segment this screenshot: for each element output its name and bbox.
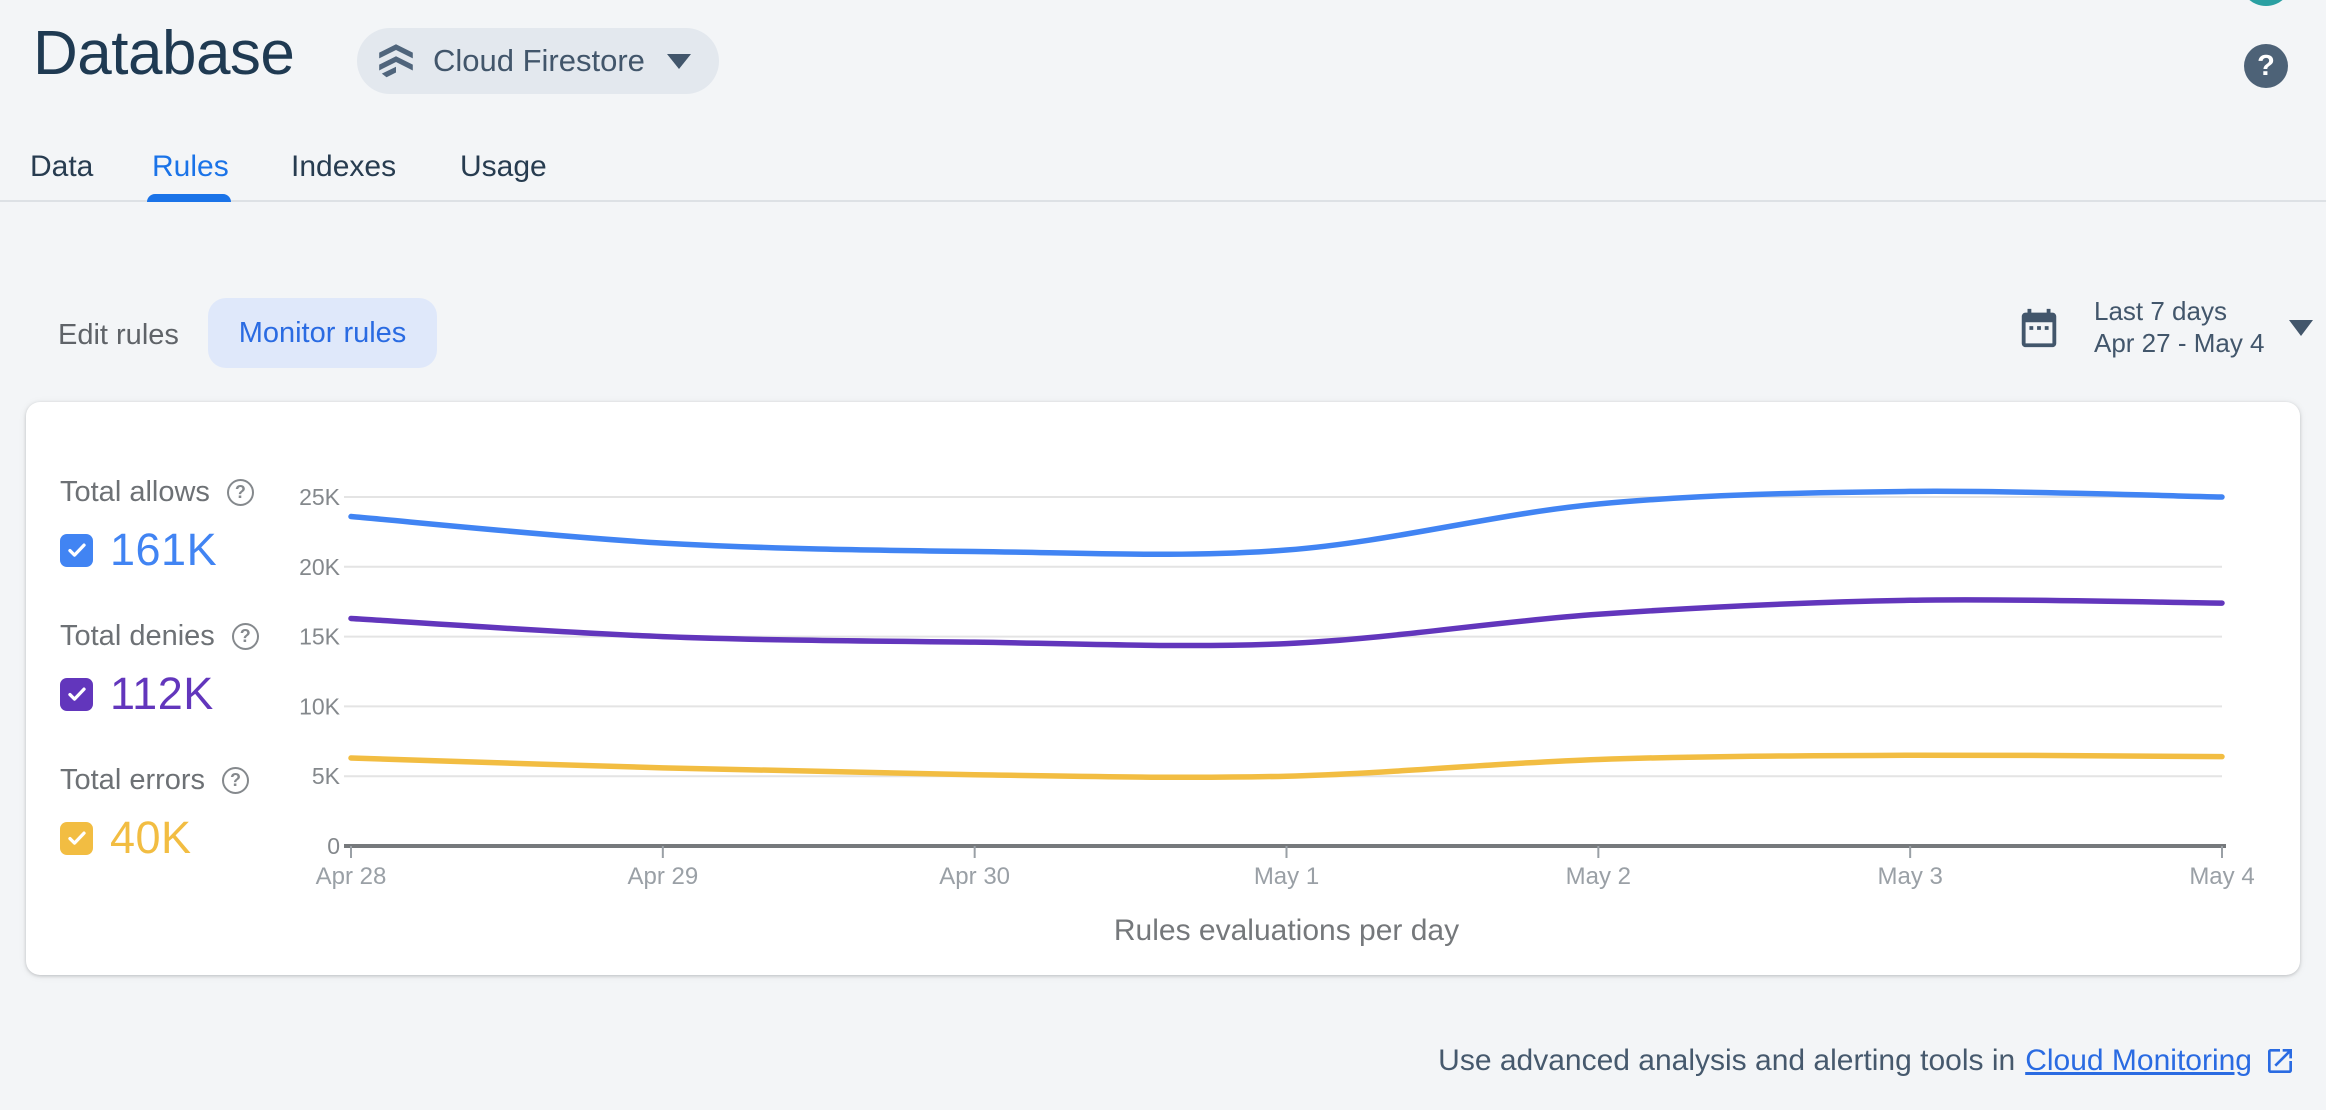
svg-text:May 2: May 2 <box>1566 863 1631 890</box>
svg-text:Apr 28: Apr 28 <box>316 863 387 890</box>
svg-text:15K: 15K <box>299 624 341 650</box>
page-title: Database <box>33 19 295 88</box>
svg-text:May 3: May 3 <box>1877 863 1942 890</box>
avatar[interactable] <box>2240 0 2292 6</box>
tab-rules[interactable]: Rules <box>152 150 229 184</box>
chevron-down-icon <box>666 53 691 69</box>
date-range-label: Last 7 days Apr 27 - May 4 <box>2094 296 2265 359</box>
tab-data[interactable]: Data <box>30 150 93 184</box>
rules-evaluations-chart: 0 5K 10K 15K 20K 25K Apr 28 Apr 29 Apr 30 May 1 Ma… <box>299 484 2255 890</box>
svg-text:25K: 25K <box>299 484 341 510</box>
svg-text:May 4: May 4 <box>2189 863 2254 890</box>
date-range-selector[interactable]: Last 7 days Apr 27 - May 4 <box>2016 296 2313 359</box>
external-link-icon <box>2268 1049 2292 1073</box>
chevron-down-icon <box>2288 319 2313 336</box>
svg-text:May 1: May 1 <box>1254 863 1319 890</box>
help-button[interactable]: ? <box>2244 44 2288 88</box>
question-mark-glyph: ? <box>2257 49 2275 82</box>
svg-text:Apr 30: Apr 30 <box>939 863 1010 890</box>
svg-text:Apr 29: Apr 29 <box>627 863 698 890</box>
product-selector-label: Cloud Firestore <box>433 43 645 78</box>
tab-indexes[interactable]: Indexes <box>291 150 396 184</box>
date-range-line1: Last 7 days <box>2094 296 2227 326</box>
svg-text:0: 0 <box>327 833 340 859</box>
svg-text:10K: 10K <box>299 693 341 719</box>
date-range-line2: Apr 27 - May 4 <box>2094 327 2265 358</box>
rules-evaluation-card: Total allows ? 161K Total denies ? 112K … <box>26 402 2300 975</box>
product-selector[interactable]: Cloud Firestore <box>357 28 719 94</box>
calendar-icon <box>2021 308 2057 347</box>
firestore-icon <box>375 40 417 82</box>
chart-caption: Rules evaluations per day <box>1113 914 1460 947</box>
cloud-monitoring-link[interactable]: Cloud Monitoring <box>2025 1044 2252 1078</box>
svg-text:5K: 5K <box>312 763 341 789</box>
footer-text: Use advanced analysis and alerting tools… <box>1438 1044 2016 1077</box>
svg-text:20K: 20K <box>299 554 341 580</box>
tab-usage[interactable]: Usage <box>460 150 547 184</box>
active-tab-underline <box>147 194 231 202</box>
tab-divider <box>0 200 2326 202</box>
monitor-rules-button[interactable]: Monitor rules <box>208 298 437 368</box>
edit-rules-button[interactable]: Edit rules <box>58 319 179 352</box>
footer-note: Use advanced analysis and alerting tools… <box>1438 1044 2296 1078</box>
